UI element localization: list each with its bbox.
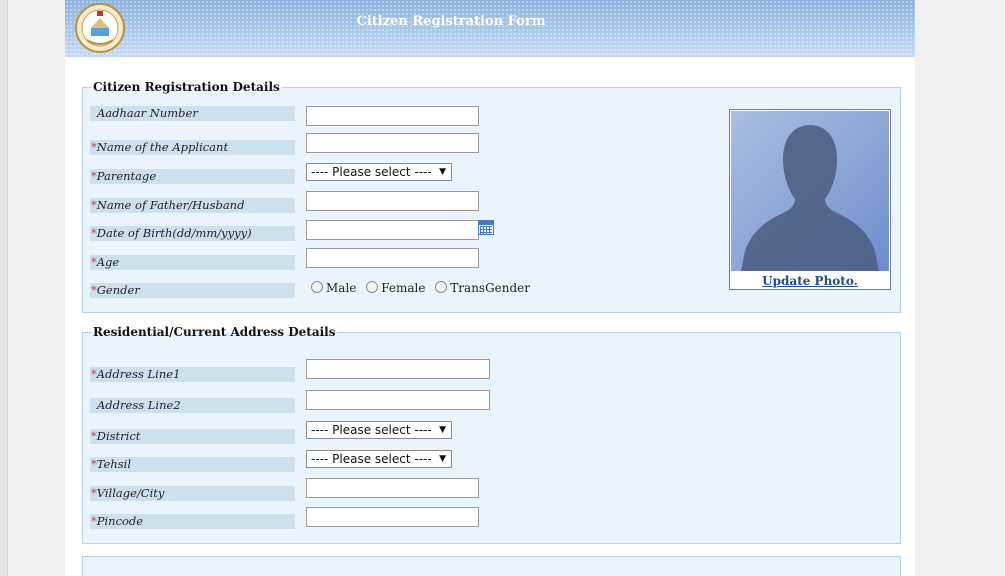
radio-button[interactable] [366,281,379,293]
parentage-select[interactable]: ---- Please select ---- ▼ [306,163,452,181]
address-line1-input[interactable] [306,359,490,379]
gender-option-male[interactable]: Male [311,281,356,295]
person-silhouette-icon [741,125,879,271]
address-line1-label: *Address Line1 [90,367,295,382]
tehsil-select[interactable]: ---- Please select ---- ▼ [306,450,452,468]
radio-button[interactable] [435,281,448,293]
applicant-name-input[interactable] [306,133,479,153]
dob-label: *Date of Birth(dd/mm/yyyy) [90,226,295,241]
next-section-fieldset [82,556,901,576]
tehsil-label: *Tehsil [90,457,295,472]
father-husband-label: *Name of Father/Husband [90,198,295,213]
left-edge-strip [0,0,8,576]
district-label: *District [90,429,295,444]
photo-panel: Update Photo. [729,109,891,290]
pincode-input[interactable] [306,507,479,527]
radio-button[interactable] [311,281,323,293]
pincode-label: *Pincode [90,514,295,529]
district-select[interactable]: ---- Please select ---- ▼ [306,421,452,439]
header-banner: Citizen Registration Form [65,0,915,57]
chevron-down-icon: ▼ [439,454,446,464]
parentage-label: *Parentage [90,169,295,184]
page-title: Citizen Registration Form [356,14,546,29]
aadhaar-number-input[interactable] [306,106,479,126]
calendar-icon[interactable] [478,220,494,235]
village-city-input[interactable] [306,478,479,498]
gender-label: *Gender [90,283,295,298]
gender-radio-group: Male Female TransGender [311,281,536,295]
registration-legend: Citizen Registration Details [93,80,280,94]
dob-input[interactable] [306,220,479,240]
update-photo-link[interactable]: Update Photo. [730,274,890,288]
applicant-photo [731,111,889,271]
age-label: *Age [90,255,295,270]
father-husband-input[interactable] [306,191,479,211]
address-legend: Residential/Current Address Details [93,325,336,339]
gender-option-transgender[interactable]: TransGender [435,281,530,295]
age-input[interactable] [306,248,479,268]
address-line2-label: Address Line2 [90,398,295,413]
chevron-down-icon: ▼ [439,425,446,435]
village-city-label: *Village/City [90,486,295,501]
applicant-name-label: *Name of the Applicant [90,140,295,155]
gender-option-female[interactable]: Female [366,281,425,295]
chevron-down-icon: ▼ [439,167,446,177]
address-line2-input[interactable] [306,390,490,410]
aadhaar-label: Aadhaar Number [90,106,295,121]
page-container: Citizen Registration Form Citizen Regist… [65,0,915,576]
